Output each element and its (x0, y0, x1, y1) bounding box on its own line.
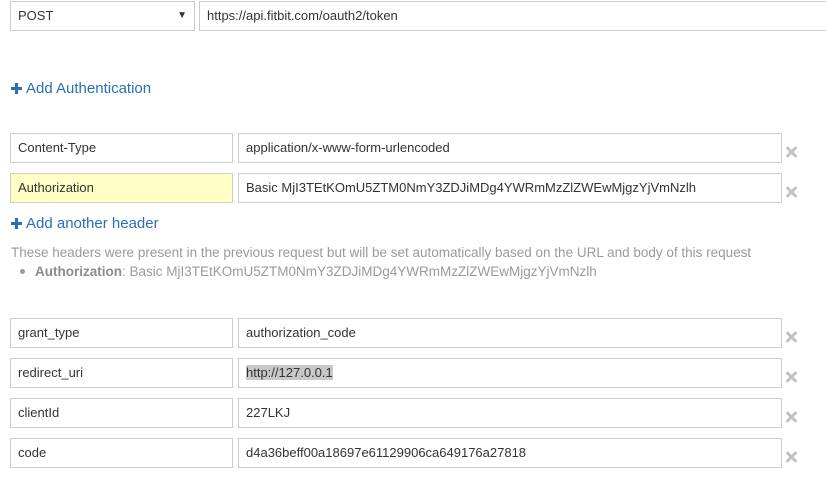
close-icon[interactable] (785, 146, 797, 158)
method-value: POST (18, 8, 54, 23)
header-value-input[interactable]: application/x-www-form-urlencoded (238, 133, 782, 163)
param-value-input[interactable]: authorization_code (238, 318, 782, 348)
param-value-input[interactable]: 227LKJ (238, 398, 782, 428)
add-authentication-link[interactable]: Add Authentication (11, 78, 151, 98)
method-select[interactable]: POST ▼ (10, 1, 195, 31)
close-icon[interactable] (785, 451, 797, 463)
close-icon[interactable] (785, 411, 797, 423)
header-name-input[interactable]: Authorization (10, 173, 233, 203)
add-authentication-label: Add Authentication (26, 79, 152, 97)
close-icon[interactable] (785, 186, 797, 198)
close-icon[interactable] (785, 331, 797, 343)
previous-header-value: : Basic MjI3TEtKOmU5ZTM0NmY3ZDJiMDg4YWRm… (122, 264, 597, 279)
add-header-link[interactable]: Add another header (11, 213, 159, 233)
caret-down-icon: ▼ (177, 10, 187, 21)
bullet-icon (20, 269, 25, 274)
close-icon[interactable] (785, 371, 797, 383)
param-name-input[interactable]: clientId (10, 398, 233, 428)
header-value-input[interactable]: Basic MjI3TEtKOmU5ZTM0NmY3ZDJiMDg4YWRmMz… (238, 173, 782, 203)
selected-text: http://127.0.0.1 (246, 365, 333, 380)
plus-icon (11, 217, 22, 229)
plus-icon (11, 82, 22, 94)
param-name-input[interactable]: grant_type (10, 318, 233, 348)
param-value-input[interactable]: d4a36beff00a18697e61129906ca649176a27818 (238, 438, 782, 468)
param-name-input[interactable]: redirect_uri (10, 358, 233, 388)
add-header-label: Add another header (26, 214, 159, 232)
previous-headers-note: These headers were present in the previo… (11, 245, 752, 260)
param-name-input[interactable]: code (10, 438, 233, 468)
previous-header-name: Authorization (35, 264, 122, 279)
header-name-input[interactable]: Content-Type (10, 133, 233, 163)
param-value-input[interactable]: http://127.0.0.1 (238, 358, 782, 388)
previous-header-item: Authorization : Basic MjI3TEtKOmU5ZTM0Nm… (20, 264, 597, 279)
url-input[interactable]: https://api.fitbit.com/oauth2/token (199, 1, 826, 31)
